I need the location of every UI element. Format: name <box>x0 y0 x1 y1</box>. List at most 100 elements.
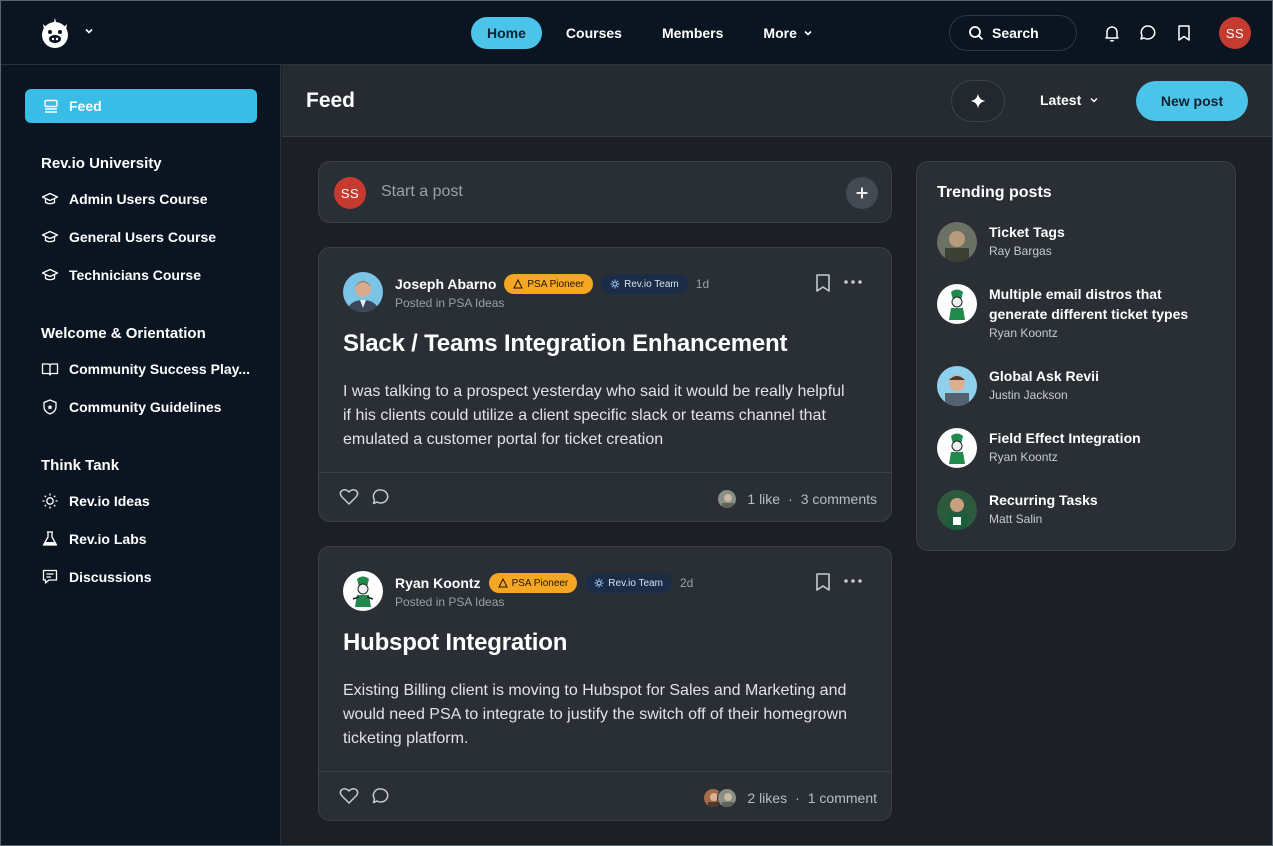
sort-dropdown[interactable]: Latest <box>1040 92 1099 108</box>
post-title[interactable]: Hubspot Integration <box>343 629 567 657</box>
chevron-down-icon[interactable] <box>83 25 95 37</box>
badge-label: PSA Pioneer <box>511 577 569 589</box>
nav-home[interactable]: Home <box>471 17 542 49</box>
more-options-icon[interactable] <box>843 578 863 584</box>
trending-post-title: Global Ask Revii <box>989 368 1099 384</box>
avatar[interactable] <box>343 272 383 312</box>
trending-item[interactable]: Global Ask Revii Justin Jackson <box>937 366 1209 406</box>
comment-icon[interactable] <box>371 488 391 506</box>
user-initials: SS <box>1225 25 1245 41</box>
post-body: I was talking to a prospect yesterday wh… <box>343 383 845 448</box>
likes-count[interactable]: 1 like <box>747 491 780 507</box>
warning-icon <box>513 279 524 289</box>
bookmark-icon[interactable] <box>815 273 831 293</box>
bookmark-icon[interactable] <box>1174 23 1194 43</box>
sidebar-item-technicians-course[interactable]: Technicians Course <box>41 266 201 284</box>
posted-in: Posted in PSA Ideas <box>395 595 505 609</box>
badge-label: PSA Pioneer <box>527 278 585 290</box>
top-bar: Home Courses Members More Search SS <box>1 1 1272 65</box>
gear-icon <box>610 279 620 289</box>
sidebar-item-discussions[interactable]: Discussions <box>41 568 151 586</box>
likes-count[interactable]: 2 likes <box>747 790 787 806</box>
nav-more-label: More <box>763 25 797 41</box>
separator: · <box>788 491 793 507</box>
sidebar-item-label: Admin Users Course <box>69 191 208 207</box>
sidebar: Feed Rev.io University Admin Users Cours… <box>1 65 281 845</box>
new-post-label: New post <box>1160 93 1224 109</box>
sidebar-item-label: Community Success Play... <box>69 361 251 377</box>
post-card[interactable]: Ryan Koontz PSA Pioneer Rev.io Team 2d P… <box>318 546 892 821</box>
sidebar-item-community-success-playbook[interactable]: Community Success Play... <box>41 360 250 378</box>
feed-icon <box>44 99 58 113</box>
comments-count[interactable]: 3 comments <box>801 491 877 507</box>
chat-icon[interactable] <box>1138 23 1158 43</box>
book-open-icon <box>41 363 59 376</box>
comment-icon[interactable] <box>371 787 391 805</box>
trending-item[interactable]: Ticket Tags Ray Bargas <box>937 222 1209 262</box>
warning-icon <box>497 578 508 588</box>
trending-post-author: Matt Salin <box>989 512 1043 526</box>
pig-logo-icon[interactable] <box>37 15 73 51</box>
trending-post-title: Recurring Tasks <box>989 492 1098 508</box>
sidebar-item-feed[interactable]: Feed <box>25 89 257 123</box>
user-avatar[interactable]: SS <box>1219 17 1251 49</box>
post-card[interactable]: Joseph Abarno PSA Pioneer Rev.io Team 1d… <box>318 247 892 522</box>
sidebar-item-label: Technicians Course <box>69 267 202 283</box>
heart-icon[interactable] <box>339 488 359 506</box>
sidebar-item-revio-labs[interactable]: Rev.io Labs <box>41 530 147 548</box>
sidebar-item-label: Rev.io Ideas <box>69 493 150 509</box>
trending-post-title: Field Effect Integration <box>989 430 1141 446</box>
chevron-down-icon <box>1090 98 1098 103</box>
nav-more[interactable]: More <box>747 17 828 49</box>
avatar[interactable] <box>343 571 383 611</box>
add-post-button[interactable] <box>846 177 878 209</box>
search-label: Search <box>992 25 1039 41</box>
sort-label: Latest <box>1040 92 1082 108</box>
graduation-cap-icon <box>41 192 59 205</box>
sidebar-section-title: Welcome & Orientation <box>41 325 206 342</box>
nav-members[interactable]: Members <box>646 17 739 49</box>
bell-icon[interactable] <box>1102 23 1122 43</box>
post-composer[interactable]: SS Start a post <box>318 161 892 223</box>
trending-item[interactable]: Multiple email distros that generate dif… <box>937 284 1209 342</box>
avatar <box>937 428 977 468</box>
search-button[interactable]: Search <box>949 15 1077 51</box>
sidebar-item-admin-users-course[interactable]: Admin Users Course <box>41 190 207 208</box>
avatar <box>717 788 738 808</box>
post-stats: 1 like · 3 comments <box>717 489 877 509</box>
author-name[interactable]: Ryan Koontz <box>395 575 481 591</box>
nav-courses[interactable]: Courses <box>550 17 638 49</box>
post-time: 2d <box>679 576 694 590</box>
flask-icon <box>42 531 58 546</box>
author-name[interactable]: Joseph Abarno <box>395 276 496 292</box>
graduation-cap-icon <box>41 268 59 281</box>
bookmark-icon[interactable] <box>815 572 831 592</box>
pioneer-badge: PSA Pioneer <box>504 274 594 294</box>
more-options-icon[interactable] <box>843 279 863 285</box>
heart-icon[interactable] <box>339 787 359 805</box>
nav-home-label: Home <box>487 25 526 41</box>
start-post-placeholder[interactable]: Start a post <box>381 183 463 201</box>
separator: · <box>795 790 800 806</box>
comments-count[interactable]: 1 comment <box>808 790 877 806</box>
sidebar-item-community-guidelines[interactable]: Community Guidelines <box>41 398 221 416</box>
avatar: SS <box>334 177 366 209</box>
sidebar-item-revio-ideas[interactable]: Rev.io Ideas <box>41 492 150 510</box>
trending-post-title: Ticket Tags <box>989 224 1065 240</box>
sidebar-item-general-users-course[interactable]: General Users Course <box>41 228 216 246</box>
trending-item[interactable]: Field Effect Integration Ryan Koontz <box>937 428 1209 468</box>
team-badge: Rev.io Team <box>601 274 688 294</box>
avatar <box>717 489 738 509</box>
app-window: Home Courses Members More Search SS Feed… <box>0 0 1273 846</box>
badge-label: Rev.io Team <box>608 577 663 589</box>
trending-item[interactable]: Recurring Tasks Matt Salin <box>937 490 1209 530</box>
sidebar-item-label: Rev.io Labs <box>69 531 147 547</box>
new-post-button[interactable]: New post <box>1136 81 1248 121</box>
chevron-down-icon <box>804 30 812 36</box>
trending-post-title: Multiple email distros that generate dif… <box>989 286 1189 322</box>
pioneer-badge: PSA Pioneer <box>488 573 578 593</box>
plus-icon <box>856 187 868 199</box>
post-title[interactable]: Slack / Teams Integration Enhancement <box>343 330 787 358</box>
ai-sparkle-button[interactable] <box>951 80 1005 122</box>
shield-icon <box>43 399 57 415</box>
